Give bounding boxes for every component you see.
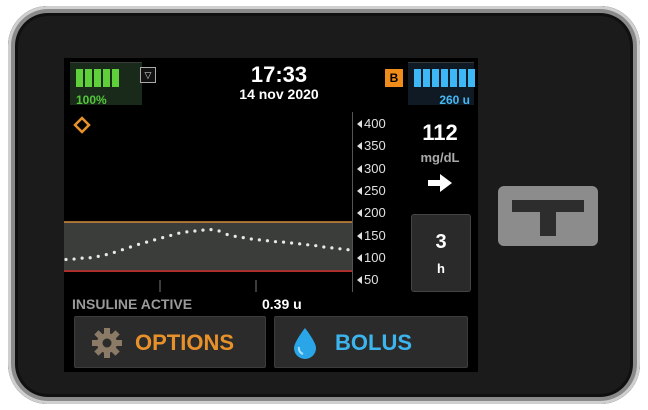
pump-screen: 100% ▽ 17:33 14 nov 2020 B 260 u 400 350 3…: [64, 58, 478, 372]
clock-date: 14 nov 2020: [239, 86, 319, 102]
glucose-reading-dot: [209, 228, 213, 232]
axis-tick-250: 250: [357, 183, 386, 198]
timeframe-unit: h: [437, 261, 445, 276]
glucose-reading-dot: [273, 240, 278, 244]
glucose-reading-dot: [265, 239, 270, 243]
glucose-reading-dot: [281, 240, 286, 244]
glucose-value: 112: [422, 120, 458, 145]
t-logo-button[interactable]: [498, 186, 598, 246]
battery-icon: [76, 69, 119, 87]
glucose-reading-dot: [298, 242, 302, 246]
glucose-reading-dot: [257, 238, 261, 242]
glucose-reading-dot: [144, 240, 149, 244]
glucose-reading-dot: [104, 252, 108, 257]
glucose-reading-dot: [72, 257, 76, 261]
t-logo-icon: [512, 200, 584, 236]
iob-value: 0.39 u: [262, 296, 302, 312]
glucose-reading-dot: [136, 242, 141, 246]
glucose-reading-dot: [233, 234, 237, 238]
glucose-reading-dot: [64, 257, 68, 262]
glucose-reading-dot: [330, 246, 334, 250]
options-button[interactable]: OPTIONS: [74, 316, 266, 368]
glucose-reading-dot: [201, 228, 205, 232]
gear-icon: [91, 327, 123, 364]
glucose-reading-dot: [306, 243, 310, 247]
insulin-units: 260 u: [439, 93, 470, 107]
drop-icon: [291, 327, 319, 364]
axis-tick-400: 400: [357, 116, 386, 131]
signal-icon: ▽: [140, 67, 156, 83]
axis-tick-50: 50: [357, 272, 378, 287]
cgm-graph-svg: [64, 116, 352, 292]
battery-area: 100%: [70, 62, 142, 107]
axis-tick-150: 150: [357, 228, 386, 243]
iob-label: INSULINE ACTIVE: [72, 296, 193, 312]
glucose-reading-dot: [346, 248, 350, 252]
options-label: OPTIONS: [135, 330, 235, 355]
pump-device: 100% ▽ 17:33 14 nov 2020 B 260 u 400 350 3…: [8, 6, 640, 404]
clock-time: 17:33: [250, 62, 308, 87]
timeframe-value: 3: [435, 231, 447, 253]
glucose-reading-dot: [193, 229, 197, 233]
glucose-reading-dot: [314, 244, 318, 248]
glucose-reading-dot: [225, 232, 229, 237]
insulin-cartridge-icon: [414, 69, 475, 87]
glucose-reading-dot: [161, 236, 165, 240]
event-marker-icon: [73, 116, 91, 134]
glucose-reading-dot: [112, 250, 116, 254]
glucose-unit: mg/dL: [420, 150, 460, 165]
battery-percent: 100%: [76, 93, 107, 107]
insulin-area: 260 u: [408, 62, 475, 107]
axis-tick-200: 200: [357, 205, 386, 220]
glucose-reading-dot: [96, 254, 100, 258]
axis-tick-100: 100: [357, 250, 386, 265]
target-range-band: [64, 222, 352, 272]
bolus-label: BOLUS: [335, 330, 412, 355]
glucose-reading-dot: [249, 237, 253, 241]
glucose-reading-dot: [80, 256, 84, 260]
status-bar[interactable]: 100% ▽ 17:33 14 nov 2020 B 260 u: [64, 58, 478, 108]
glucose-reading-dot: [120, 248, 124, 252]
axis-tick-300: 300: [357, 161, 386, 176]
bolus-status-badge: B: [385, 69, 403, 87]
glucose-reading-dot: [128, 245, 133, 249]
bolus-button[interactable]: BOLUS: [274, 316, 468, 368]
insulin-on-board: INSULINE ACTIVE 0.39 u: [64, 294, 404, 314]
glucose-reading-dot: [241, 236, 245, 240]
glucose-reading-dot: [88, 256, 92, 260]
axis-tick-350: 350: [357, 138, 386, 153]
timeframe-button[interactable]: 3 h: [411, 214, 471, 292]
glucose-reading-dot: [169, 233, 173, 238]
glucose-reading-dot: [217, 229, 221, 233]
glucose-reading-dot: [338, 247, 342, 251]
arrow-right-icon: [428, 174, 452, 197]
glucose-reading-dot: [185, 230, 189, 234]
glucose-reading-dot: [177, 231, 181, 235]
glucose-reading-dot: [153, 238, 157, 242]
glucose-reading-dot: [290, 241, 294, 245]
glucose-reading-dot: [322, 245, 326, 249]
glucose-axis: 400 350 300 250 200 150 100 50: [352, 112, 397, 292]
cgm-graph: [64, 112, 352, 292]
